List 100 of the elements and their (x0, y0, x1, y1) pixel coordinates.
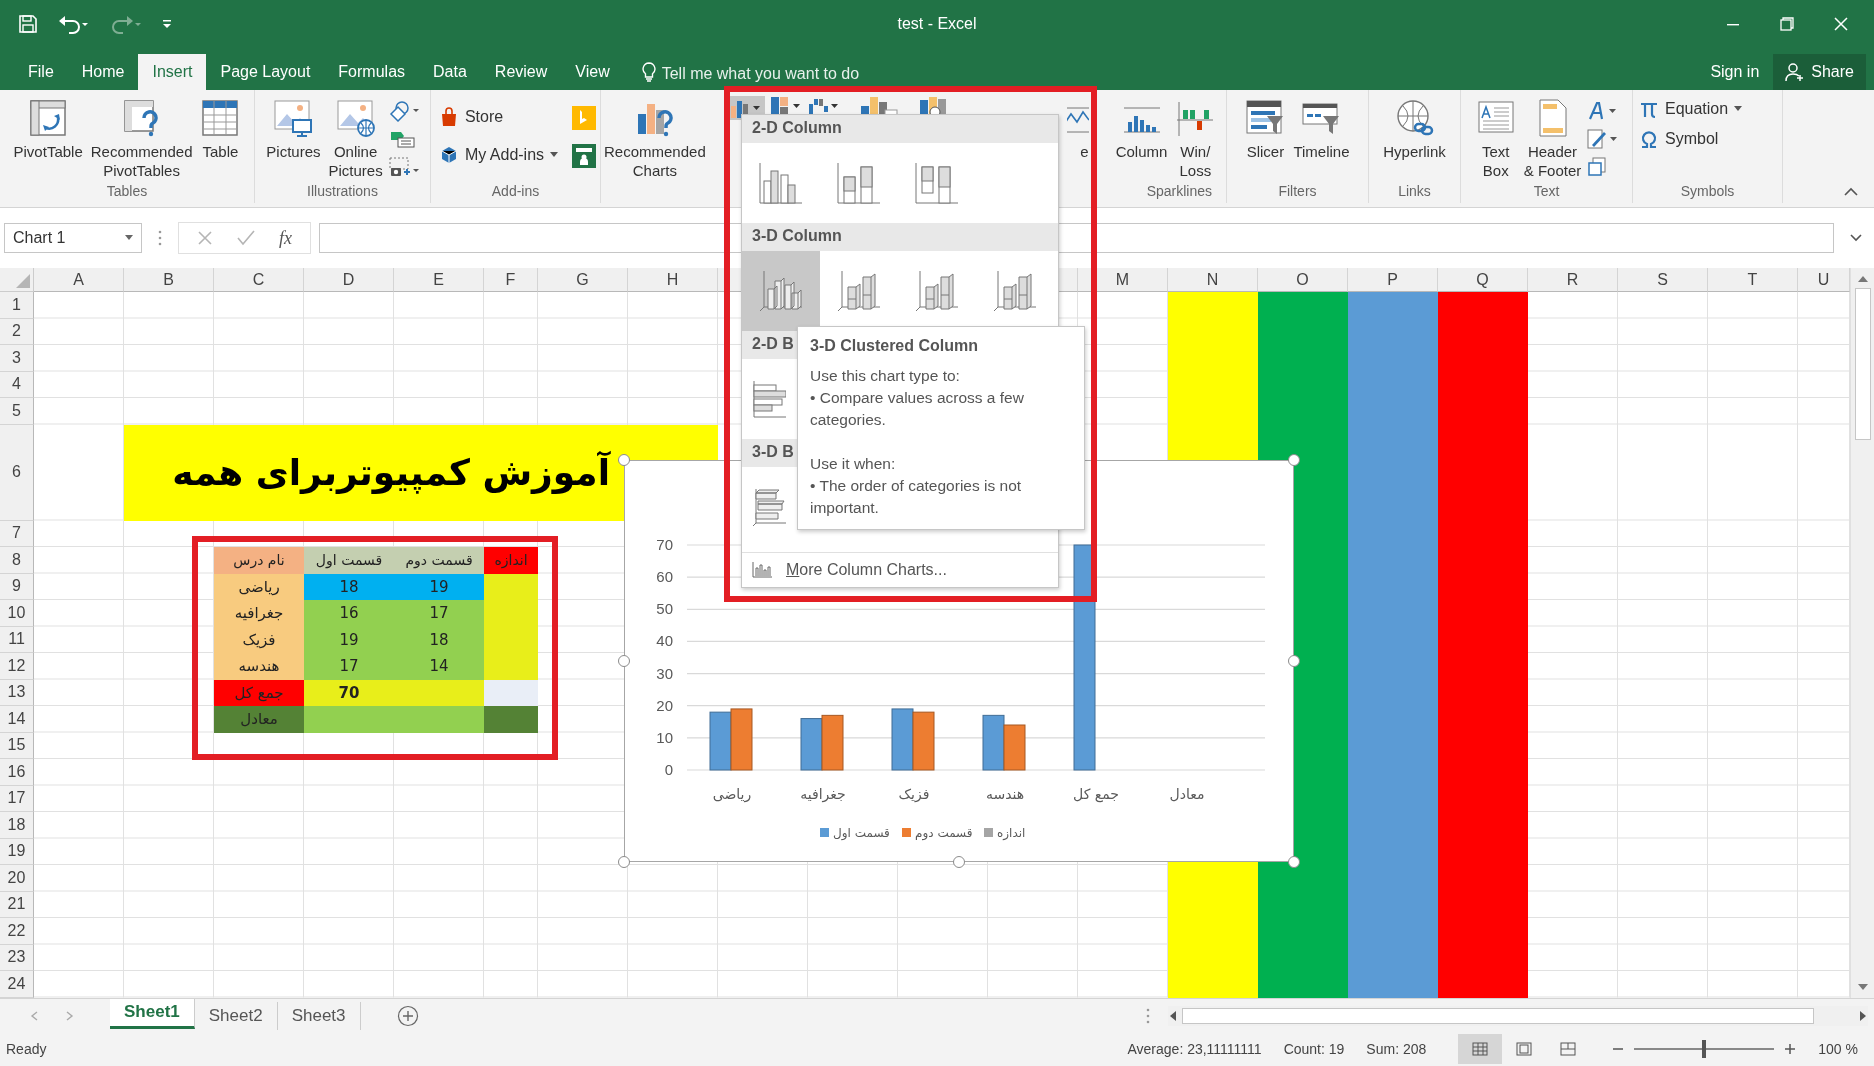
sheet-letter-heading[interactable]: E (394, 268, 484, 292)
row-number[interactable]: 21 (0, 891, 34, 918)
scroll-thumb[interactable] (1854, 288, 1871, 440)
row-number[interactable]: 9 (0, 573, 34, 600)
check-icon[interactable] (237, 230, 255, 246)
recommended-pivottables-button[interactable]: Recommended PivotTables (87, 96, 196, 183)
shapes-icon[interactable] (387, 100, 422, 122)
sheet-letter-heading[interactable]: S (1618, 268, 1708, 292)
online-pictures-button[interactable]: Online Pictures (325, 96, 386, 183)
pictures-button[interactable]: Pictures (263, 96, 324, 183)
row-number[interactable]: 24 (0, 971, 34, 998)
hierarchy-chart-icon[interactable] (768, 96, 803, 116)
zoom-in-icon[interactable] (1784, 1043, 1797, 1055)
recommended-charts-button[interactable]: Recommended Charts (601, 96, 709, 203)
cancel-icon[interactable] (197, 230, 213, 246)
row-number[interactable]: 7 (0, 520, 34, 547)
row-number[interactable]: 11 (0, 626, 34, 653)
sheet-letter-heading[interactable]: T (1708, 268, 1798, 292)
sheet-tab[interactable]: Sheet2 (194, 1001, 278, 1030)
line-sparkline-button[interactable]: e (1066, 96, 1089, 183)
scroll-up-icon[interactable] (1856, 274, 1869, 284)
sheet-letter-heading[interactable]: G (538, 268, 628, 292)
sheet-letter-heading[interactable]: M (1078, 268, 1168, 292)
sheet-letter-heading[interactable]: C (214, 268, 304, 292)
close-icon[interactable] (1834, 17, 1848, 31)
slicer-button[interactable]: Slicer (1242, 96, 1289, 183)
sheet-letter-heading[interactable]: B (124, 268, 214, 292)
row-number[interactable]: 8 (0, 547, 34, 574)
screenshot-icon[interactable] (387, 156, 422, 178)
row-number[interactable]: 15 (0, 732, 34, 759)
header-footer-button[interactable]: Header & Footer (1520, 96, 1585, 183)
row-number[interactable]: 12 (0, 653, 34, 680)
symbol-button[interactable]: Symbol (1635, 126, 1780, 152)
resize-handle[interactable] (618, 856, 630, 868)
row-number[interactable]: 1 (0, 292, 34, 319)
b-logo-icon[interactable] (572, 106, 597, 130)
zoom-level[interactable]: 100 % (1818, 1041, 1868, 1057)
row-number[interactable]: 3 (0, 345, 34, 372)
new-sheet-icon[interactable] (396, 1004, 419, 1027)
grip-icon[interactable] (1146, 1007, 1150, 1024)
text-box-button[interactable]: Text Box (1472, 96, 1519, 183)
scroll-right-icon[interactable] (1858, 1009, 1868, 1022)
row-number[interactable]: 6 (0, 424, 34, 521)
previous-sheet-icon[interactable] (30, 1010, 38, 1021)
expand-caret-icon[interactable] (1850, 234, 1862, 242)
my-add-ins-button[interactable]: My Add-ins (434, 142, 563, 168)
waterfall-chart-icon[interactable] (806, 96, 841, 116)
share-button[interactable]: Share (1773, 54, 1866, 90)
undo-icon[interactable] (58, 14, 90, 34)
win-loss-button[interactable]: Win/ Loss (1172, 96, 1219, 183)
redo-icon[interactable] (110, 14, 142, 34)
tell-me-field[interactable]: Tell me what you want to do (661, 58, 902, 90)
ribbon-tab[interactable]: Formulas (324, 54, 420, 90)
sheet-tab[interactable]: Sheet1 (110, 998, 195, 1029)
row-number[interactable]: 10 (0, 600, 34, 627)
sheet-letter-heading[interactable]: A (34, 268, 124, 292)
row-number[interactable]: 2 (0, 318, 34, 345)
row-number[interactable]: 18 (0, 812, 34, 839)
insert-function-button[interactable]: fx (279, 227, 292, 249)
row-number[interactable]: 16 (0, 759, 34, 786)
pivottable-button[interactable]: PivotTable (10, 96, 86, 183)
person-chart-icon[interactable] (572, 144, 597, 168)
more-charts-link[interactable]: More Column Charts... (742, 552, 1058, 587)
row-number[interactable]: 20 (0, 865, 34, 892)
select-all-icon[interactable] (16, 274, 30, 288)
name-box[interactable]: Chart 1 (4, 223, 142, 253)
row-number[interactable]: 4 (0, 371, 34, 398)
ribbon-tab[interactable]: Page Layout (206, 54, 325, 90)
row-number[interactable]: 22 (0, 918, 34, 945)
restore-icon[interactable] (1780, 17, 1794, 31)
save-icon[interactable] (18, 14, 38, 34)
column-sparkline-button[interactable]: Column (1112, 96, 1171, 183)
store-button[interactable]: Store (434, 104, 563, 130)
collapse-ribbon-icon[interactable] (1844, 187, 1858, 197)
hyperlink-button[interactable]: Hyperlink (1380, 96, 1449, 183)
next-sheet-icon[interactable] (66, 1010, 74, 1021)
row-number[interactable]: 14 (0, 706, 34, 733)
ribbon-tab[interactable]: Insert (138, 54, 207, 90)
sheet-letter-heading[interactable]: O (1258, 268, 1348, 292)
row-number[interactable]: 5 (0, 398, 34, 425)
ribbon-tab[interactable]: Review (480, 54, 562, 90)
sign-in-link[interactable]: Sign in (1696, 54, 1774, 90)
chart-type-option[interactable] (742, 251, 820, 331)
ribbon-tab[interactable]: View (561, 54, 624, 90)
resize-handle[interactable] (618, 655, 630, 667)
vertical-scrollbar[interactable] (1850, 268, 1874, 998)
grip-icon[interactable] (158, 230, 162, 246)
scroll-down-icon[interactable] (1856, 982, 1869, 992)
scroll-thumb[interactable] (1182, 1007, 1814, 1024)
sheet-letter-heading[interactable]: F (484, 268, 538, 292)
row-number[interactable]: 17 (0, 785, 34, 812)
sheet-letter-heading[interactable]: U (1798, 268, 1850, 292)
sheet-letter-heading[interactable]: P (1348, 268, 1438, 292)
scroll-left-icon[interactable] (1168, 1009, 1178, 1022)
ribbon-tab[interactable]: Home (67, 54, 139, 90)
sheet-letter-heading[interactable]: R (1528, 268, 1618, 292)
ribbon-tab[interactable]: File (14, 54, 68, 90)
row-number[interactable]: 23 (0, 944, 34, 971)
table-button[interactable]: Table (197, 96, 244, 183)
ribbon-tab[interactable]: Data (419, 54, 481, 90)
